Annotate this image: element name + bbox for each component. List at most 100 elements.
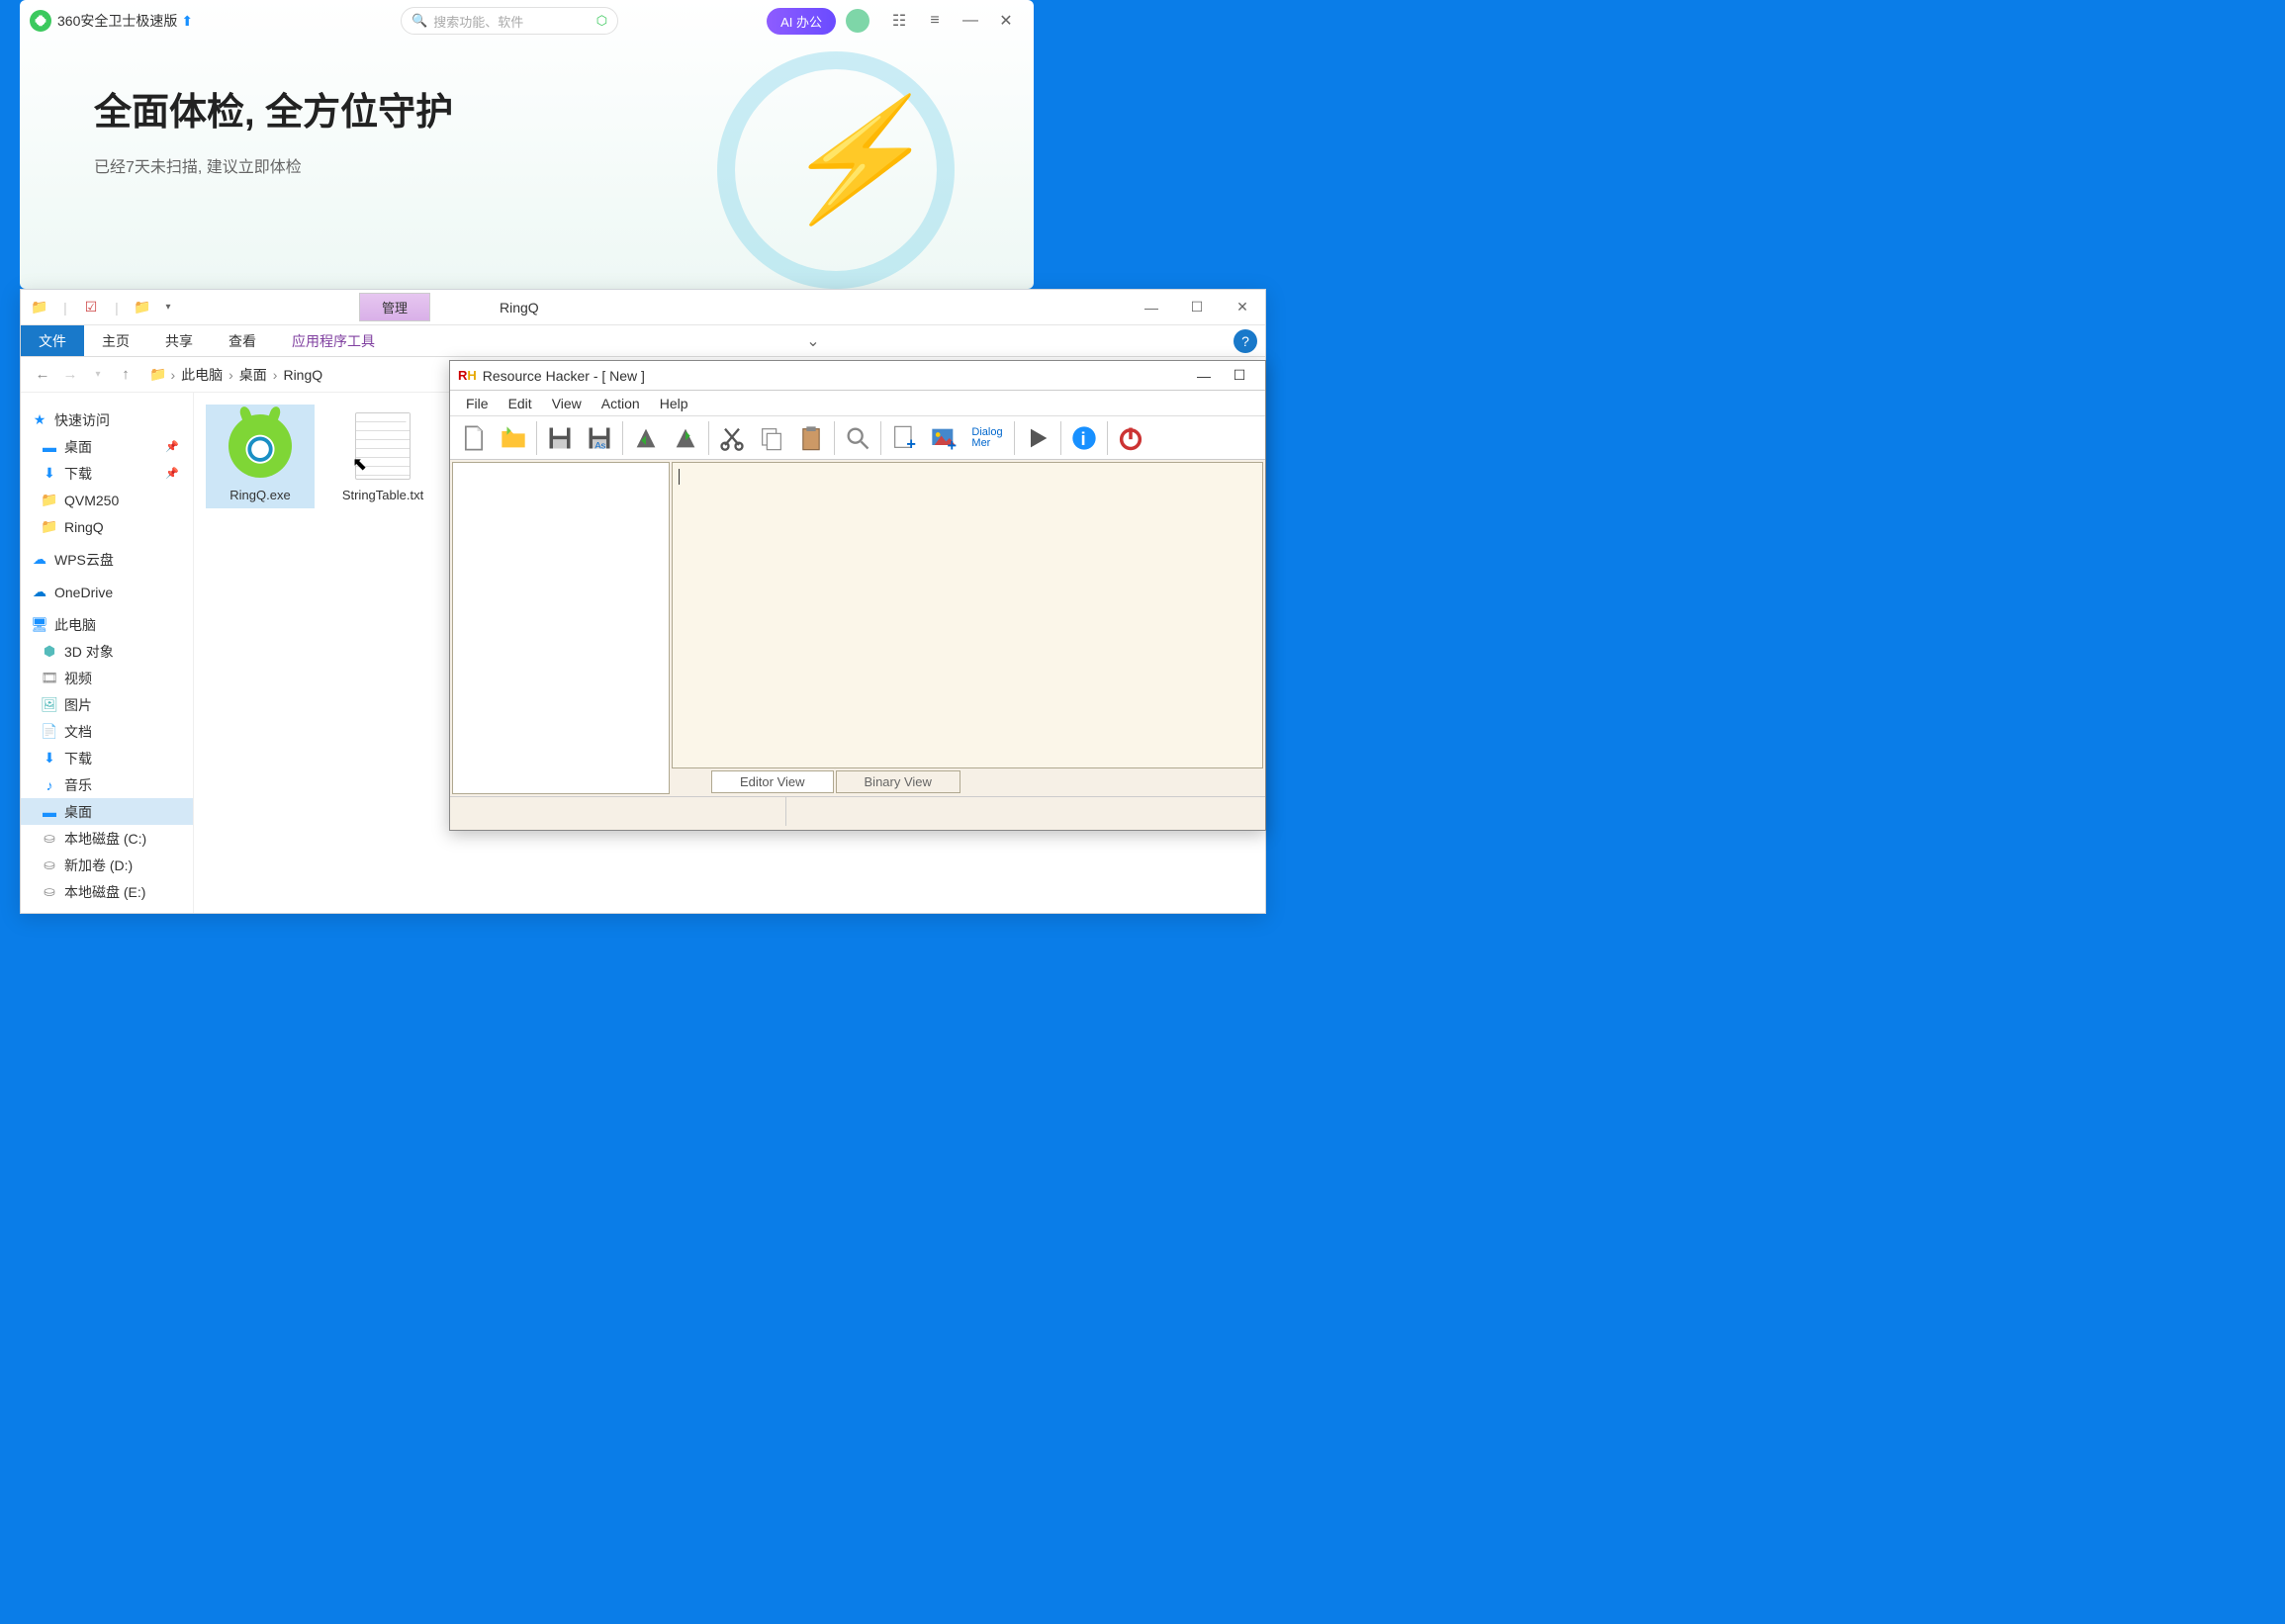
file-item-ringq-exe[interactable]: RingQ.exe [206,405,315,508]
sidebar-thispc[interactable]: 🖥此电脑 [21,611,193,638]
upgrade-icon[interactable]: ⬆ [181,13,193,30]
rh-menubar: File Edit View Action Help [450,391,1265,416]
sidebar-onedrive[interactable]: ☁OneDrive [21,579,193,605]
sidebar-item-videos[interactable]: 🎞视频 [21,665,193,691]
breadcrumb[interactable]: 📁 › 此电脑 › 桌面 › RingQ [149,365,326,385]
ribbon-tab-home[interactable]: 主页 [84,325,147,356]
save-as-icon[interactable]: As [580,418,619,458]
text-caret [679,469,680,485]
new-folder-icon[interactable]: 📁 [134,299,151,316]
pin-icon: 📌 [165,467,179,480]
logo-360-icon: ✚ [30,10,51,32]
menu-icon[interactable]: ≡ [925,11,945,31]
help-button[interactable]: ? [1234,329,1257,353]
sidebar-item-pictures[interactable]: 🖼图片 [21,691,193,718]
sidebar-wps[interactable]: ☁WPS云盘 [21,546,193,573]
menu-file[interactable]: File [456,396,499,411]
power-icon[interactable] [1111,418,1150,458]
sidebar-item-downloads[interactable]: ⬇下载📌 [21,460,193,487]
ribbon-expand-icon[interactable]: ⌄ [796,325,829,356]
import-icon[interactable] [626,418,666,458]
properties-icon[interactable]: ☑ [82,299,100,316]
forward-button[interactable]: → [58,363,82,387]
menu-help[interactable]: Help [650,396,698,411]
sidebar-item-drive-c[interactable]: ⛀本地磁盘 (C:) [21,825,193,852]
file-item-stringtable-txt[interactable]: StringTable.txt [328,405,437,508]
download-icon: ⬇ [41,750,58,767]
resource-tree[interactable] [452,462,670,794]
avatar[interactable] [846,9,869,33]
maximize-button[interactable]: ☐ [1222,365,1257,387]
pin-icon: 📌 [165,440,179,453]
ribbon-tab-view[interactable]: 查看 [211,325,274,356]
open-file-icon[interactable] [494,418,533,458]
minimize-button[interactable]: — [1129,293,1174,322]
dialog-merge-button[interactable]: Dialog Mer [963,418,1011,458]
cut-icon[interactable] [712,418,752,458]
text-editor[interactable] [672,462,1263,768]
manage-tab[interactable]: 管理 [359,293,430,321]
minimize-button[interactable]: — [960,11,980,31]
explorer-titlebar: 📁 | ☑ | 📁 ▾ 管理 RingQ — ☐ ✕ [21,290,1265,325]
close-button[interactable]: ✕ [1220,293,1265,322]
breadcrumb-item[interactable]: 桌面 [235,365,271,385]
export-icon[interactable] [666,418,705,458]
rh-window-title: Resource Hacker - [ New ] [483,368,645,384]
mouse-cursor-icon: ⬉ [352,454,367,475]
add-image-icon[interactable]: + [924,418,963,458]
close-button[interactable]: ✕ [996,11,1016,31]
music-icon: ♪ [41,777,58,793]
skin-icon[interactable]: ☷ [889,11,909,31]
folder-icon[interactable]: 📁 [31,299,48,316]
find-icon[interactable] [838,418,877,458]
new-file-icon[interactable] [454,418,494,458]
search-icon: 🔍 [411,13,427,29]
sidebar-item-documents[interactable]: 📄文档 [21,718,193,745]
ribbon-tab-app-tools[interactable]: 应用程序工具 [274,325,393,356]
sidebar-item-drive-e[interactable]: ⛀本地磁盘 (E:) [21,878,193,905]
menu-view[interactable]: View [542,396,592,411]
ribbon-tab-share[interactable]: 共享 [147,325,211,356]
sidebar-quick-access[interactable]: ★快速访问 [21,406,193,433]
window-360-security: ✚ 360安全卫士极速版 ⬆ 🔍 搜索功能、软件 ⬡ AI 办公 ☷ ≡ — ✕… [20,0,1034,289]
menu-action[interactable]: Action [592,396,650,411]
up-button[interactable]: ↑ [114,363,137,387]
sidebar-item-3d[interactable]: ⬢3D 对象 [21,638,193,665]
path-folder-icon: 📁 [149,366,166,383]
lightning-graphic: ⚡ [717,51,974,289]
svg-text:As: As [594,440,605,450]
qat-dropdown-icon[interactable]: ▾ [159,299,177,316]
save-icon[interactable] [540,418,580,458]
breadcrumb-item[interactable]: RingQ [279,367,326,383]
search-box-360[interactable]: 🔍 搜索功能、软件 ⬡ [401,7,618,35]
ai-office-button[interactable]: AI 办公 [767,8,836,35]
play-icon[interactable] [1018,418,1057,458]
document-icon: 📄 [41,723,58,740]
sidebar-item-music[interactable]: ♪音乐 [21,771,193,798]
drive-icon: ⛀ [41,857,58,873]
menu-edit[interactable]: Edit [499,396,542,411]
sidebar-item-downloads[interactable]: ⬇下载 [21,745,193,771]
recent-dropdown[interactable]: ▾ [86,363,110,387]
back-button[interactable]: ← [31,363,54,387]
maximize-button[interactable]: ☐ [1174,293,1220,322]
sidebar-item-qvm250[interactable]: 📁QVM250 [21,487,193,513]
navigation-pane: ★快速访问 ▬桌面📌 ⬇下载📌 📁QVM250 📁RingQ ☁WPS云盘 ☁O… [21,393,194,913]
sidebar-item-desktop[interactable]: ▬桌面 [21,798,193,825]
paste-icon[interactable] [791,418,831,458]
breadcrumb-sep: › [271,367,280,383]
breadcrumb-item[interactable]: 此电脑 [177,365,227,385]
shield-icon: ⬡ [596,13,607,29]
copy-icon[interactable] [752,418,791,458]
sidebar-item-desktop[interactable]: ▬桌面📌 [21,433,193,460]
sidebar-item-drive-d[interactable]: ⛀新加卷 (D:) [21,852,193,878]
add-resource-icon[interactable]: + [884,418,924,458]
tab-binary-view[interactable]: Binary View [836,770,960,793]
tab-editor-view[interactable]: Editor View [711,770,834,793]
sidebar-item-ringq[interactable]: 📁RingQ [21,513,193,540]
minimize-button[interactable]: — [1186,365,1222,387]
status-bar [450,796,1265,826]
rh-logo-icon: RH [458,368,477,383]
info-icon[interactable]: i [1064,418,1104,458]
ribbon-tab-file[interactable]: 文件 [21,325,84,356]
